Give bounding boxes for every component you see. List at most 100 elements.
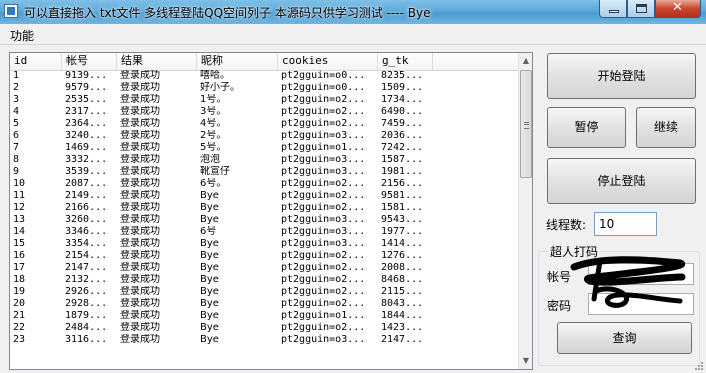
cell-account: 2926... (65, 286, 108, 297)
cell-nickname: 3号。 (200, 106, 227, 117)
pause-button[interactable]: 暂停 (547, 107, 626, 148)
cell-gtk: 9581... (381, 190, 424, 201)
cell-id: 9 (13, 166, 20, 177)
table-row[interactable]: 10 2087... 登录成功 6号。 pt2gguin=o2... 2156... (10, 178, 520, 190)
table-row[interactable]: 17 2147... 登录成功 Bye pt2gguin=o2... 2008... (10, 262, 520, 274)
close-button[interactable] (655, 0, 701, 18)
cell-gtk: 7242... (381, 142, 424, 153)
thread-count-input[interactable]: 10 (594, 212, 657, 236)
table-row[interactable]: 22 2484... 登录成功 Bye pt2gguin=o2... 1423... (10, 322, 520, 334)
cell-nickname: Bye (200, 274, 219, 285)
table-row[interactable]: 12 2166... 登录成功 Bye pt2gguin=o2... 1581... (10, 202, 520, 214)
table-row[interactable]: 23 3116... 登录成功 Bye pt2gguin=o3... 2147... (10, 334, 520, 346)
cell-gtk: 1423... (381, 322, 424, 333)
cell-account: 3332... (65, 154, 108, 165)
table-row[interactable]: 13 3260... 登录成功 Bye pt2gguin=o3... 9543... (10, 214, 520, 226)
cell-nickname: Bye (200, 298, 219, 309)
table-row[interactable]: 8 3332... 登录成功 泡泡 pt2gguin=o3... 1587... (10, 154, 520, 166)
cell-result: 登录成功 (120, 190, 160, 201)
list-rows: 1 9139... 登录成功 嘻哈。 pt2gguin=o0... 8235... 2 957… (10, 70, 520, 346)
table-row[interactable]: 15 3354... 登录成功 Bye pt2gguin=o3... 1414... (10, 238, 520, 250)
cell-result: 登录成功 (120, 250, 160, 261)
scroll-down-arrow-icon[interactable]: ▼ (519, 353, 532, 369)
cell-result: 登录成功 (120, 70, 160, 81)
cell-id: 16 (13, 250, 26, 261)
table-row[interactable]: 2 9579... 登录成功 好小子。 pt2gguin=o0... 1509... (10, 82, 520, 94)
resize-grip-icon[interactable] (694, 361, 704, 371)
captcha-account-input[interactable] (588, 263, 694, 285)
table-row[interactable]: 4 2317... 登录成功 3号。 pt2gguin=o2... 6490... (10, 106, 520, 118)
minimize-button[interactable] (599, 0, 627, 18)
cell-gtk: 1977... (381, 226, 424, 237)
cell-account: 2166... (65, 202, 108, 213)
table-row[interactable]: 11 2149... 登录成功 Bye pt2gguin=o2... 9581... (10, 190, 520, 202)
cell-gtk: 8468... (381, 274, 424, 285)
table-row[interactable]: 1 9139... 登录成功 嘻哈。 pt2gguin=o0... 8235... (10, 70, 520, 82)
menu-item-function[interactable]: 功能 (10, 27, 34, 44)
cell-nickname: Bye (200, 322, 219, 333)
stop-login-button[interactable]: 停止登陆 (547, 158, 696, 204)
cell-gtk: 2036... (381, 130, 424, 141)
table-row[interactable]: 16 2154... 登录成功 Bye pt2gguin=o2... 1276... (10, 250, 520, 262)
cell-nickname: 4号。 (200, 118, 227, 129)
vertical-scrollbar[interactable]: ▲ ▼ (518, 53, 532, 369)
cell-id: 10 (13, 178, 26, 189)
start-login-button[interactable]: 开始登陆 (547, 53, 696, 99)
account-list[interactable]: id 帐号 结果 昵称 cookies g_tk 1 9139... 登录成功 嘻哈。… (9, 52, 533, 370)
cell-result: 登录成功 (120, 154, 160, 165)
maximize-button[interactable] (627, 0, 655, 18)
table-row[interactable]: 18 2132... 登录成功 Bye pt2gguin=o2... 8468... (10, 274, 520, 286)
scroll-thumb[interactable] (520, 70, 532, 178)
resume-button[interactable]: 继续 (636, 107, 696, 148)
cell-account: 2535... (65, 94, 108, 105)
cell-nickname: 泡泡 (200, 154, 220, 165)
table-row[interactable]: 14 3346... 登录成功 6号 pt2gguin=o3... 1977... (10, 226, 520, 238)
table-row[interactable]: 6 3240... 登录成功 2号。 pt2gguin=o3... 2036... (10, 130, 520, 142)
table-row[interactable]: 19 2926... 登录成功 Bye pt2gguin=o2... 2115... (10, 286, 520, 298)
table-row[interactable]: 3 2535... 登录成功 1号。 pt2gguin=o2... 1734... (10, 94, 520, 106)
column-header-id[interactable]: id (10, 53, 62, 70)
cell-cookies: pt2gguin=o2... (281, 202, 366, 213)
cell-result: 登录成功 (120, 94, 160, 105)
cell-id: 1 (13, 70, 20, 81)
scroll-up-arrow-icon[interactable]: ▲ (519, 53, 532, 69)
table-row[interactable]: 20 2928... 登录成功 Bye pt2gguin=o2... 8043... (10, 298, 520, 310)
cell-gtk: 8235... (381, 70, 424, 81)
cell-result: 登录成功 (120, 106, 160, 117)
column-header-cookies[interactable]: cookies (278, 53, 378, 70)
cell-nickname: 6号。 (200, 178, 227, 189)
cell-result: 登录成功 (120, 262, 160, 273)
table-row[interactable]: 9 3539... 登录成功 靴宣仔 pt2gguin=o3... 1981... (10, 166, 520, 178)
cell-account: 2364... (65, 118, 108, 129)
cell-nickname: Bye (200, 238, 219, 249)
table-row[interactable]: 5 2364... 登录成功 4号。 pt2gguin=o2... 7459... (10, 118, 520, 130)
cell-gtk: 6490... (381, 106, 424, 117)
cell-gtk: 2147... (381, 334, 424, 345)
cell-id: 3 (13, 94, 20, 105)
cell-result: 登录成功 (120, 214, 160, 225)
cell-cookies: pt2gguin=o2... (281, 190, 366, 201)
table-row[interactable]: 21 1879... 登录成功 Bye pt2gguin=o1... 1844... (10, 310, 520, 322)
column-header-account[interactable]: 帐号 (62, 53, 117, 70)
cell-gtk: 1844... (381, 310, 424, 321)
cell-account: 2484... (65, 322, 108, 333)
cell-result: 登录成功 (120, 202, 160, 213)
cell-gtk: 8043... (381, 298, 424, 309)
table-row[interactable]: 7 1469... 登录成功 5号。 pt2gguin=o1... 7242... (10, 142, 520, 154)
query-button[interactable]: 查询 (557, 322, 692, 354)
cell-cookies: pt2gguin=o2... (281, 286, 366, 297)
captcha-password-input[interactable] (588, 293, 694, 315)
cell-cookies: pt2gguin=o2... (281, 106, 366, 117)
cell-gtk: 2156... (381, 178, 424, 189)
cell-gtk: 1276... (381, 250, 424, 261)
cell-account: 3116... (65, 334, 108, 345)
column-header-result[interactable]: 结果 (117, 53, 197, 70)
cell-account: 3260... (65, 214, 108, 225)
column-header-nickname[interactable]: 昵称 (197, 53, 278, 70)
cell-account: 2087... (65, 178, 108, 189)
column-header-gtk[interactable]: g_tk (378, 53, 433, 70)
cell-account: 3539... (65, 166, 108, 177)
cell-cookies: pt2gguin=o3... (281, 214, 366, 225)
thread-count-label: 线程数: (546, 218, 587, 232)
cell-account: 2317... (65, 106, 108, 117)
